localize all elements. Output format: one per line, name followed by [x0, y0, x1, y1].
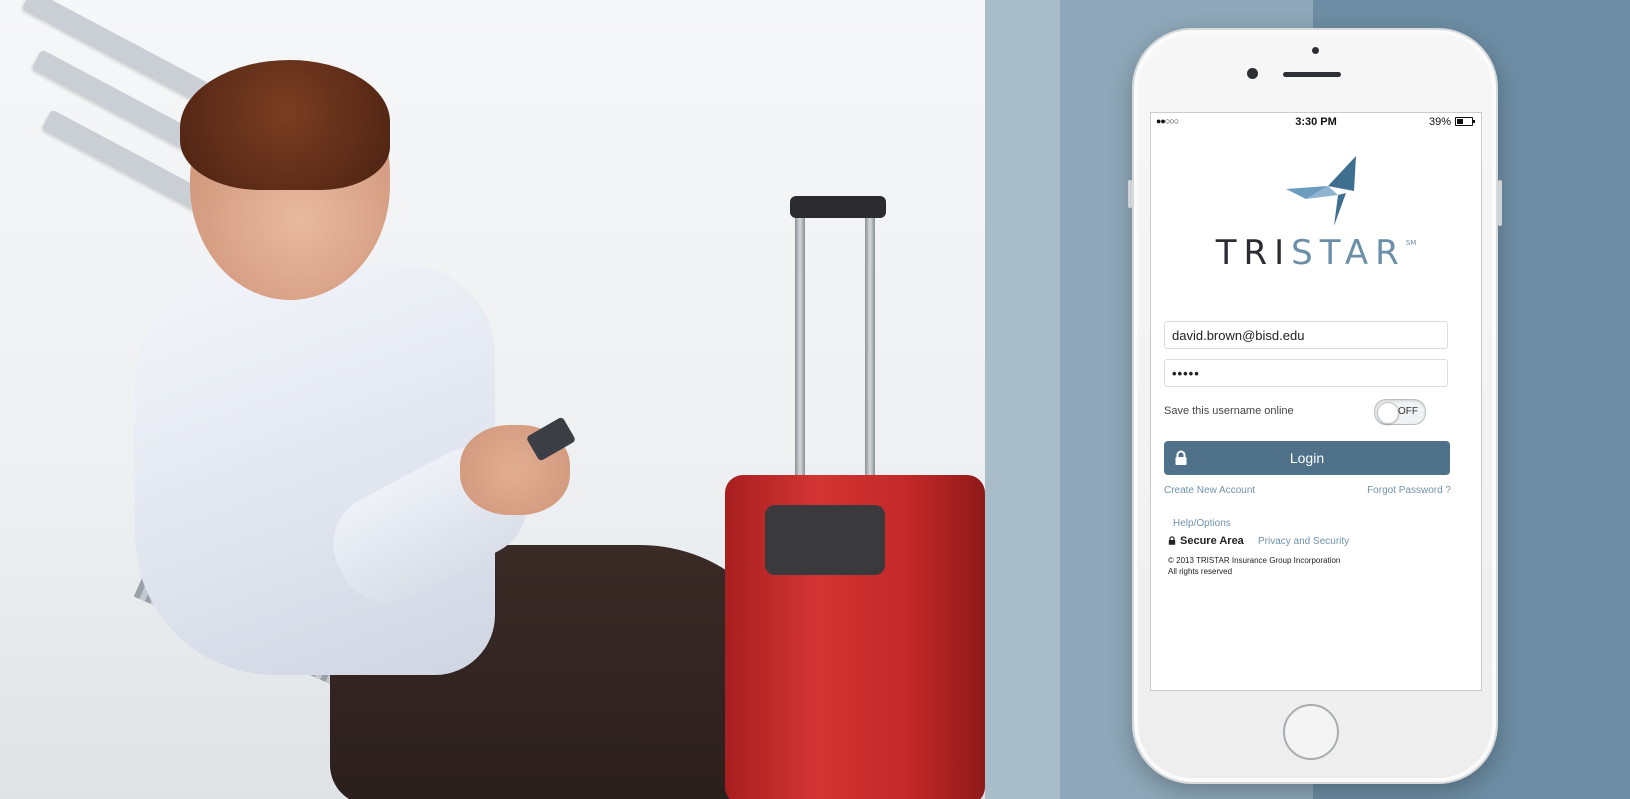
tristar-logo-icon	[1286, 156, 1356, 226]
brand-wordmark: TRISTARSM	[1151, 233, 1481, 273]
help-options-link[interactable]: Help/Options	[1173, 518, 1231, 529]
status-bar: ●●○○○ 3:30 PM 39%	[1151, 113, 1481, 131]
suitcase-plate	[765, 505, 885, 575]
battery-icon	[1455, 117, 1475, 126]
secure-area-label: Secure Area	[1180, 535, 1244, 547]
front-camera	[1247, 68, 1258, 79]
secure-area: Secure Area	[1168, 535, 1244, 547]
suitcase-handle	[790, 196, 886, 218]
save-username-label: Save this username online	[1164, 405, 1294, 417]
lock-icon	[1168, 536, 1176, 545]
power-button	[1498, 180, 1502, 226]
username-input[interactable]	[1164, 321, 1448, 349]
privacy-security-link[interactable]: Privacy and Security	[1258, 536, 1349, 547]
forgot-password-link[interactable]: Forgot Password ?	[1367, 485, 1451, 496]
hero-photo	[0, 0, 985, 799]
login-button-label: Login	[1289, 450, 1325, 466]
password-input[interactable]	[1164, 359, 1448, 387]
copyright-line1: © 2013 TRISTAR Insurance Group Incorpora…	[1168, 556, 1341, 565]
toggle-state-label: OFF	[1398, 406, 1418, 417]
create-account-link[interactable]: Create New Account	[1164, 485, 1255, 496]
panel-stripe-light	[985, 0, 1060, 799]
phone-screen: ●●○○○ 3:30 PM 39% TRISTARSM Save this us…	[1150, 112, 1482, 691]
man-hair	[180, 60, 390, 190]
save-username-toggle[interactable]: OFF	[1374, 399, 1426, 425]
brand-trademark: SM	[1405, 239, 1417, 247]
brand-name-part1: TRI	[1215, 233, 1292, 273]
copyright-line2: All rights reserved	[1168, 567, 1233, 576]
earpiece-speaker	[1283, 72, 1341, 77]
save-username-row: Save this username online OFF	[1164, 399, 1448, 425]
login-button[interactable]: Login	[1164, 441, 1450, 475]
brand-name-part2: STAR	[1291, 233, 1406, 273]
battery-percent: 39%	[1428, 116, 1451, 128]
toggle-knob	[1377, 402, 1399, 424]
front-sensor	[1312, 47, 1319, 54]
copyright-notice: © 2013 TRISTAR Insurance Group Incorpora…	[1168, 555, 1340, 577]
mute-switch	[1128, 180, 1132, 208]
home-button[interactable]	[1283, 704, 1339, 760]
